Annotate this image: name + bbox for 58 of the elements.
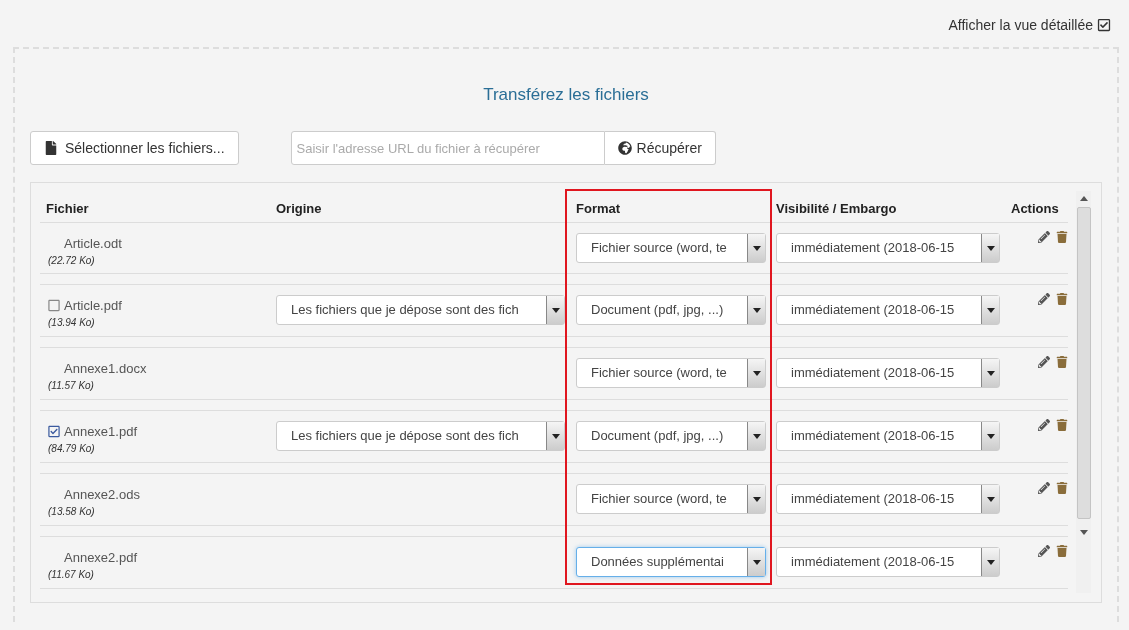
caret-icon xyxy=(981,234,999,262)
file-name: Article.odt xyxy=(64,235,122,251)
visibility-select[interactable]: immédiatement (2018-06-15 xyxy=(776,421,1000,451)
caret-icon xyxy=(747,422,765,450)
fetch-button[interactable]: Récupérer xyxy=(604,131,716,165)
caret-icon xyxy=(546,422,564,450)
format-select[interactable]: Document (pdf, jpg, ...) xyxy=(576,421,766,451)
caret-icon xyxy=(981,485,999,513)
caret-icon xyxy=(747,296,765,324)
column-header: Fichier xyxy=(45,200,90,218)
visibility-select[interactable]: immédiatement (2018-06-15 xyxy=(776,233,1000,263)
file-size: (11.57 Ko) xyxy=(48,380,95,391)
checkbox[interactable] xyxy=(48,299,60,311)
visibility-select[interactable]: immédiatement (2018-06-15 xyxy=(776,358,1000,388)
caret-icon xyxy=(747,485,765,513)
caret-icon xyxy=(981,359,999,387)
file-size: (84.79 Ko) xyxy=(48,443,96,454)
file-name: Annexe1.docx xyxy=(64,360,147,376)
column-header: Visibilité / Embargo xyxy=(775,200,898,218)
visibility-select[interactable]: immédiatement (2018-06-15 xyxy=(776,547,1000,577)
upload-title: Transférez les fichiers xyxy=(482,85,650,105)
url-field[interactable]: Saisir l'adresse URL du fichier à récupérer xyxy=(290,131,605,165)
caret-icon xyxy=(747,359,765,387)
format-select[interactable]: Fichier source (word, te xyxy=(576,233,766,263)
file-name: Article.pdf xyxy=(64,297,122,313)
origin-select[interactable]: Les fichiers que je dépose sont des fich xyxy=(276,421,565,451)
checkbox-icon xyxy=(1097,18,1111,32)
select-files-button[interactable]: Sélectionner les fichiers... xyxy=(30,131,239,165)
column-header: Format xyxy=(575,200,622,218)
file-name: Annexe2.pdf xyxy=(64,549,137,565)
file-name: Annexe2.ods xyxy=(64,486,140,502)
visibility-select[interactable]: immédiatement (2018-06-15 xyxy=(776,295,1000,325)
caret-icon xyxy=(981,548,999,576)
caret-icon xyxy=(546,296,564,324)
file-size: (13.94 Ko) xyxy=(48,317,96,328)
format-select[interactable]: Fichier source (word, te xyxy=(576,358,766,388)
file-name: Annexe1.pdf xyxy=(64,423,137,439)
column-header: Origine xyxy=(275,200,323,218)
format-select[interactable]: Données supplémentai xyxy=(576,547,766,577)
visibility-select[interactable]: immédiatement (2018-06-15 xyxy=(776,484,1000,514)
scrollbar[interactable] xyxy=(1076,191,1091,593)
file-icon xyxy=(44,141,58,155)
file-size: (22.72 Ko) xyxy=(48,255,96,266)
file-size: (13.58 Ko) xyxy=(48,506,96,517)
column-header: Actions xyxy=(1010,200,1060,218)
checkbox[interactable] xyxy=(48,425,60,437)
caret-icon xyxy=(981,296,999,324)
format-select[interactable]: Document (pdf, jpg, ...) xyxy=(576,295,766,325)
caret-icon xyxy=(747,234,765,262)
scroll-up-icon[interactable] xyxy=(1079,196,1088,201)
scroll-down-icon[interactable] xyxy=(1079,530,1088,535)
caret-icon xyxy=(747,548,765,576)
globe-icon xyxy=(617,141,632,155)
detail-view-toggle[interactable]: Afficher la vue détaillée xyxy=(948,17,1111,33)
file-size: (11.67 Ko) xyxy=(48,569,95,580)
origin-select[interactable]: Les fichiers que je dépose sont des fich xyxy=(276,295,565,325)
format-select[interactable]: Fichier source (word, te xyxy=(576,484,766,514)
caret-icon xyxy=(981,422,999,450)
